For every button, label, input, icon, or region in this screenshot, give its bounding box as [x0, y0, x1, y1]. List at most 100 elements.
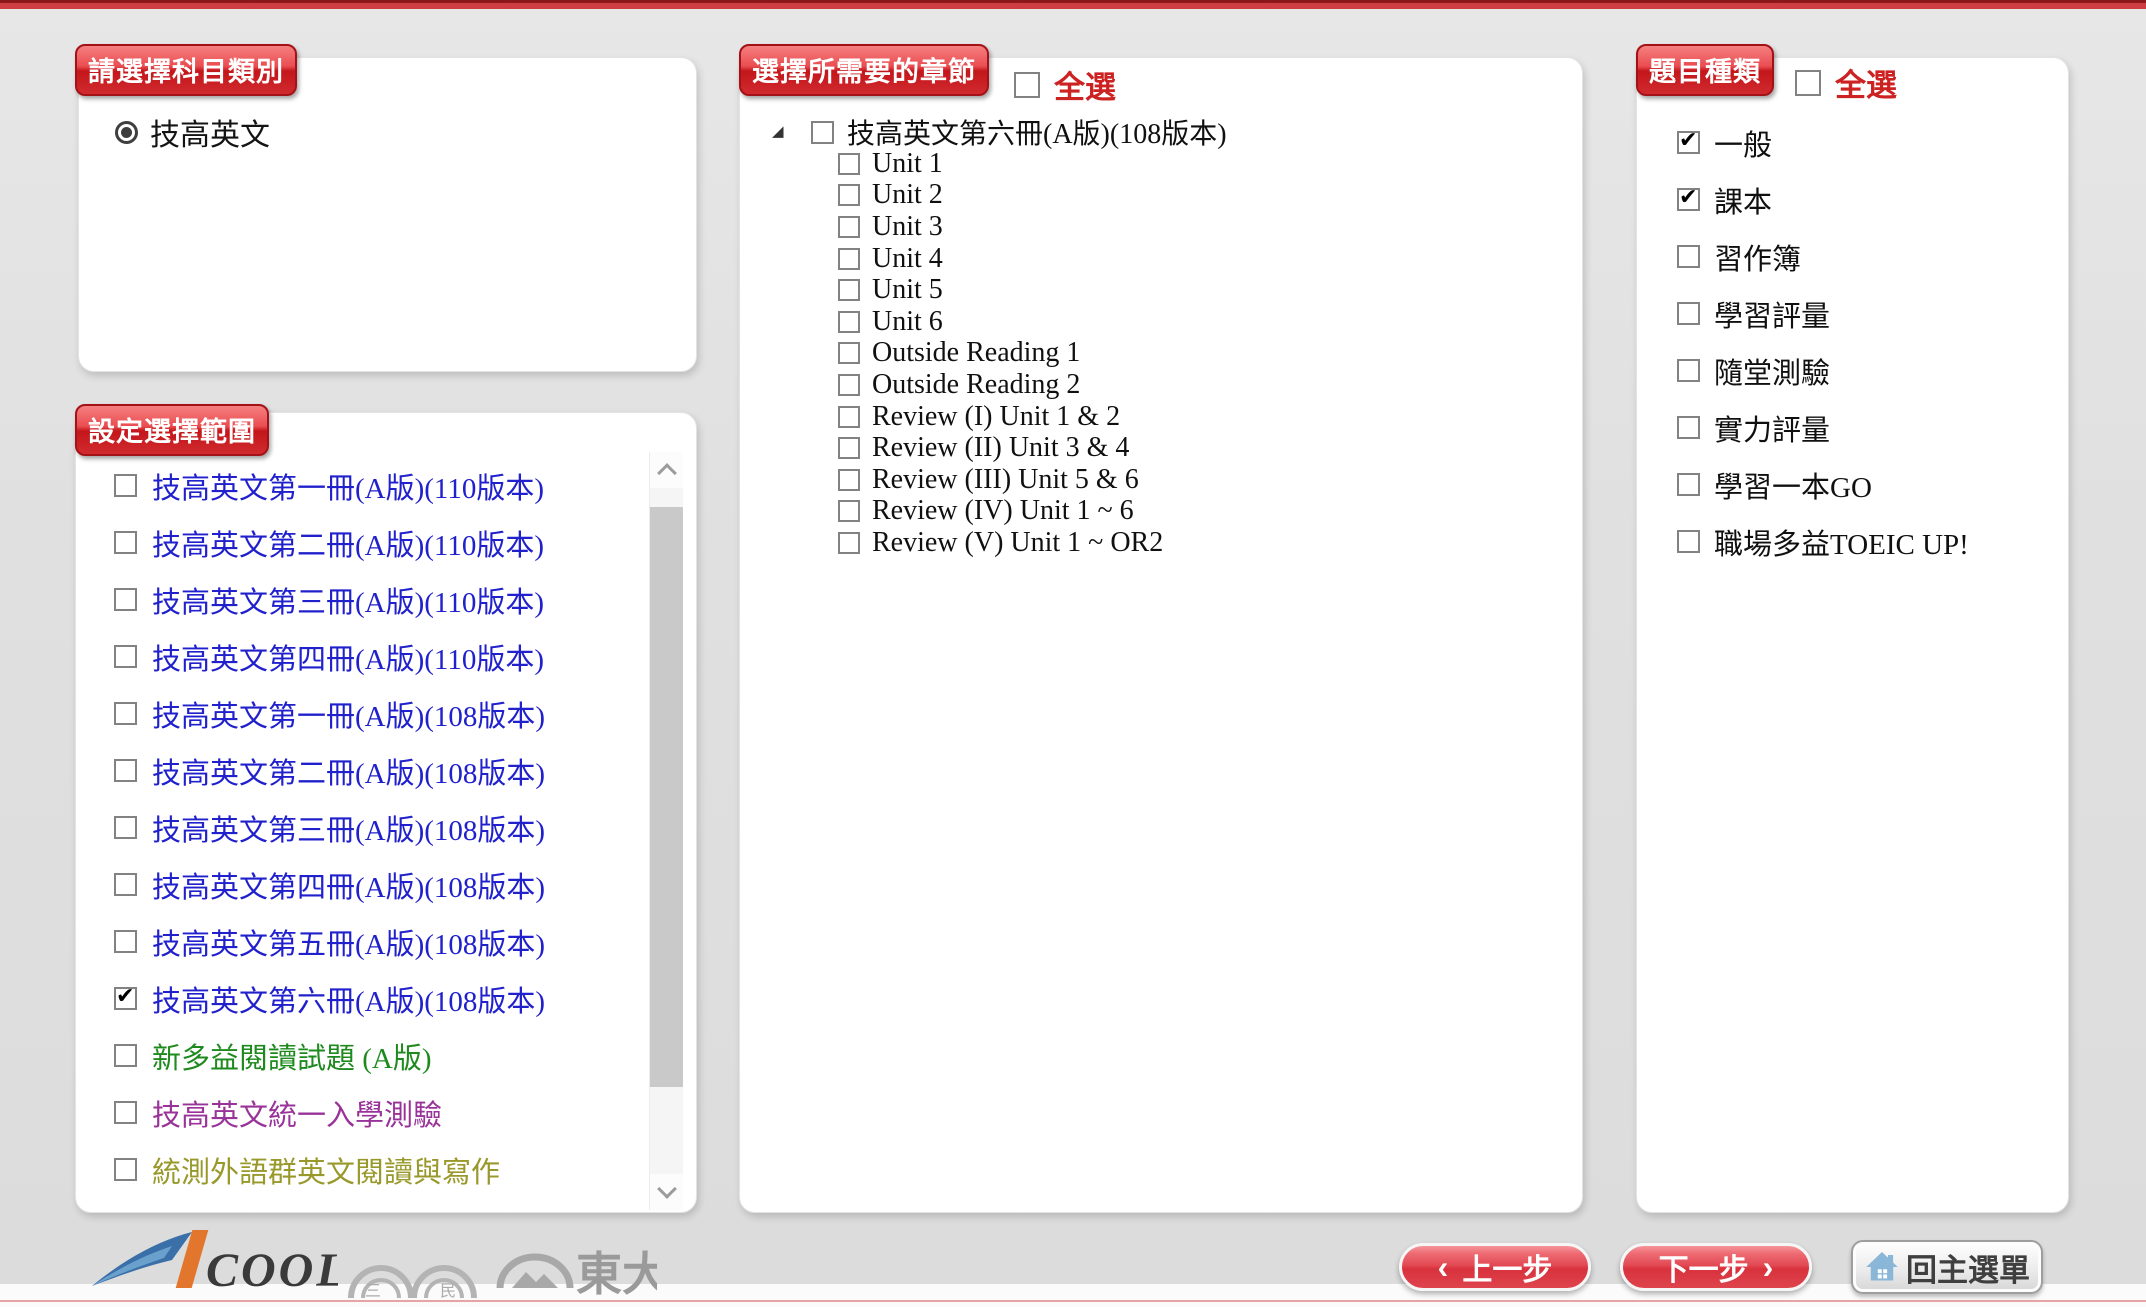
svg-text:三: 三 — [365, 1283, 381, 1300]
scope-item-label: 技高英文第一冊(A版)(108版本) — [152, 693, 545, 735]
qtype-item-checkbox[interactable] — [1677, 416, 1700, 439]
scope-list-item[interactable]: 統測外語群英文閱讀與寫作 — [114, 1141, 634, 1198]
tree-child-label: Review (III) Unit 5 & 6 — [872, 464, 1139, 496]
scope-item-checkbox[interactable] — [114, 702, 137, 725]
scope-list-item[interactable]: 技高英文第二冊(A版)(110版本) — [114, 514, 634, 571]
scope-panel: 技高英文第一冊(A版)(110版本) 技高英文第二冊(A版)(110版本) 技高… — [75, 412, 697, 1213]
scope-item-checkbox[interactable] — [114, 1044, 137, 1067]
subject-radio-button[interactable] — [115, 121, 138, 144]
tree-child-row[interactable]: Review (I) Unit 1 & 2 — [765, 401, 1227, 433]
qtype-list-item[interactable]: 學習評量 — [1677, 285, 1969, 342]
scope-list-item[interactable]: 技高英文第一冊(A版)(108版本) — [114, 685, 634, 742]
scope-list-item[interactable]: 新多益閱讀試題 (A版) — [114, 1027, 634, 1084]
scope-item-checkbox[interactable] — [114, 645, 137, 668]
scrollbar-thumb[interactable] — [650, 507, 683, 1087]
home-icon — [1864, 1249, 1900, 1285]
qtype-list-item[interactable]: 隨堂測驗 — [1677, 342, 1969, 399]
previous-step-button[interactable]: ‹ 上一步 — [1399, 1243, 1591, 1291]
qtype-item-checkbox[interactable] — [1677, 188, 1700, 211]
tree-child-row[interactable]: Outside Reading 2 — [765, 369, 1227, 401]
next-step-button[interactable]: 下一步 › — [1620, 1243, 1812, 1291]
tree-child-checkbox[interactable] — [838, 216, 860, 238]
cool-logo: COOL — [88, 1224, 338, 1304]
scope-list-item[interactable]: 技高英文第二冊(A版)(108版本) — [114, 742, 634, 799]
scope-list-item[interactable]: 技高英文第四冊(A版)(108版本) — [114, 856, 634, 913]
tree-child-label: Unit 5 — [872, 274, 943, 306]
tree-child-row[interactable]: Unit 6 — [765, 306, 1227, 338]
tree-child-row[interactable]: Review (IV) Unit 1 ~ 6 — [765, 496, 1227, 528]
tree-child-checkbox[interactable] — [838, 153, 860, 175]
tree-child-checkbox[interactable] — [838, 374, 860, 396]
main-menu-button[interactable]: 回主選單 — [1851, 1240, 2043, 1294]
scope-item-label: 統測外語群英文閱讀與寫作 — [152, 1149, 500, 1191]
tree-child-row[interactable]: Unit 1 — [765, 148, 1227, 180]
scope-list-item[interactable]: 技高英文第一冊(A版)(110版本) — [114, 457, 634, 514]
scope-item-label: 技高英文統一入學測驗 — [152, 1092, 442, 1134]
qtype-item-checkbox[interactable] — [1677, 359, 1700, 382]
tree-expander-icon[interactable]: ◢ — [772, 121, 787, 143]
tree-child-label: Unit 6 — [872, 306, 943, 338]
scope-item-checkbox[interactable] — [114, 816, 137, 839]
tree-child-checkbox[interactable] — [838, 279, 860, 301]
qtype-item-checkbox[interactable] — [1677, 530, 1700, 553]
tree-child-checkbox[interactable] — [838, 469, 860, 491]
qtype-list-item[interactable]: 課本 — [1677, 171, 1969, 228]
chapter-select-all-checkbox[interactable] — [1014, 72, 1040, 98]
scrollbar-up-arrow[interactable] — [650, 452, 683, 488]
tree-root-checkbox[interactable] — [811, 121, 834, 144]
scope-item-checkbox[interactable] — [114, 474, 137, 497]
tree-child-row[interactable]: Review (II) Unit 3 & 4 — [765, 432, 1227, 464]
tree-child-checkbox[interactable] — [838, 500, 860, 522]
tree-child-checkbox[interactable] — [838, 248, 860, 270]
tree-child-checkbox[interactable] — [838, 406, 860, 428]
tree-child-label: Unit 3 — [872, 211, 943, 243]
qtype-select-all-checkbox[interactable] — [1795, 70, 1821, 96]
qtype-item-checkbox[interactable] — [1677, 302, 1700, 325]
scope-item-label: 技高英文第三冊(A版)(110版本) — [152, 579, 544, 621]
scope-list-item[interactable]: 技高英文第四冊(A版)(110版本) — [114, 628, 634, 685]
scope-item-checkbox[interactable] — [114, 1101, 137, 1124]
tree-child-checkbox[interactable] — [838, 311, 860, 333]
qtype-list-item[interactable]: 學習一本GO — [1677, 456, 1969, 513]
scope-item-checkbox[interactable] — [114, 531, 137, 554]
scope-list-item[interactable]: 技高英文第三冊(A版)(110版本) — [114, 571, 634, 628]
tree-child-checkbox[interactable] — [838, 437, 860, 459]
qtype-list-item[interactable]: 實力評量 — [1677, 399, 1969, 456]
scrollbar-down-arrow[interactable] — [650, 1174, 683, 1210]
scope-list-item[interactable]: 技高英文第六冊(A版)(108版本) — [114, 970, 634, 1027]
scope-item-checkbox[interactable] — [114, 987, 137, 1010]
tree-child-row[interactable]: Outside Reading 1 — [765, 338, 1227, 370]
qtype-item-checkbox[interactable] — [1677, 473, 1700, 496]
tree-children: Unit 1 Unit 2 Unit 3 Unit 4 Unit 5 Unit … — [765, 148, 1227, 559]
tree-child-label: Unit 1 — [872, 148, 943, 180]
qtype-list-item[interactable]: 一般 — [1677, 114, 1969, 171]
tree-child-checkbox[interactable] — [838, 342, 860, 364]
qtype-list-item[interactable]: 習作簿 — [1677, 228, 1969, 285]
tree-root-row[interactable]: ◢ 技高英文第六冊(A版)(108版本) — [765, 116, 1227, 148]
scope-item-checkbox[interactable] — [114, 588, 137, 611]
tree-child-row[interactable]: Unit 4 — [765, 243, 1227, 275]
qtype-item-checkbox[interactable] — [1677, 131, 1700, 154]
qtype-item-label: 習作簿 — [1714, 236, 1801, 278]
tree-child-row[interactable]: Unit 2 — [765, 180, 1227, 212]
qtype-list-item[interactable]: 職場多益TOEIC UP! — [1677, 513, 1969, 570]
scope-scrollbar[interactable] — [649, 452, 683, 1210]
qtype-select-all-row[interactable]: 全選 — [1795, 60, 1897, 105]
tree-child-row[interactable]: Unit 5 — [765, 274, 1227, 306]
scope-item-checkbox[interactable] — [114, 873, 137, 896]
scope-list-item[interactable]: 技高英文第五冊(A版)(108版本) — [114, 913, 634, 970]
tree-child-checkbox[interactable] — [838, 184, 860, 206]
tree-child-row[interactable]: Review (V) Unit 1 ~ OR2 — [765, 527, 1227, 559]
tree-child-row[interactable]: Review (III) Unit 5 & 6 — [765, 464, 1227, 496]
scope-list-item[interactable]: 技高英文第三冊(A版)(108版本) — [114, 799, 634, 856]
chapter-select-all-row[interactable]: 全選 — [1014, 62, 1116, 107]
scope-item-checkbox[interactable] — [114, 1158, 137, 1181]
scope-list-item[interactable]: 技高英文統一入學測驗 — [114, 1084, 634, 1141]
subject-option-row[interactable]: 技高英文 — [115, 110, 270, 154]
tree-child-row[interactable]: Unit 3 — [765, 211, 1227, 243]
scope-item-checkbox[interactable] — [114, 759, 137, 782]
tree-child-checkbox[interactable] — [838, 532, 860, 554]
qtype-item-checkbox[interactable] — [1677, 245, 1700, 268]
scope-item-label: 技高英文第三冊(A版)(108版本) — [152, 807, 545, 849]
scope-item-checkbox[interactable] — [114, 930, 137, 953]
